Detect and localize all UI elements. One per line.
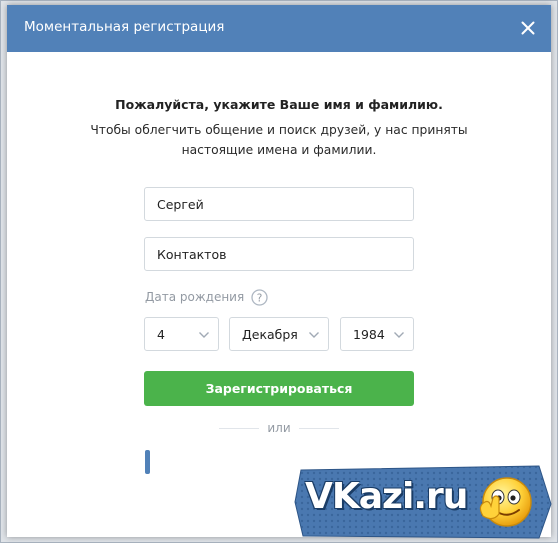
month-value: Декабря [242, 327, 298, 342]
first-name-input[interactable] [144, 187, 414, 221]
form-heading: Пожалуйста, укажите Ваше имя и фамилию. [115, 97, 443, 112]
svg-text:?: ? [257, 293, 263, 305]
day-select[interactable]: 4 [144, 317, 219, 351]
close-icon [521, 21, 535, 35]
question-icon: ? [251, 289, 268, 306]
registration-dialog: Моментальная регистрация Пожалуйста, ука… [7, 5, 551, 537]
form-subtext: Чтобы облегчить общение и поиск друзей, … [90, 123, 468, 157]
day-value: 4 [157, 327, 165, 342]
dialog-title: Моментальная регистрация [24, 19, 225, 35]
year-select[interactable]: 1984 [340, 317, 414, 351]
chevron-down-icon [309, 332, 319, 338]
or-divider-left [219, 428, 259, 429]
or-divider-right [299, 428, 339, 429]
birth-date-label: Дата рождения [145, 290, 245, 304]
year-value: 1984 [353, 327, 385, 342]
screenshot-frame: Моментальная регистрация Пожалуйста, ука… [0, 0, 558, 543]
social-login-button-edge[interactable] [145, 450, 150, 474]
watermark-logo: VKazi.ru [293, 464, 557, 542]
month-select[interactable]: Декабря [229, 317, 329, 351]
last-name-input[interactable] [144, 237, 414, 271]
help-question-button[interactable]: ? [251, 289, 268, 306]
chevron-down-icon [394, 332, 404, 338]
dialog-header: Моментальная регистрация [7, 5, 551, 52]
close-button[interactable] [515, 15, 541, 41]
register-button[interactable]: Зарегистрироваться [144, 371, 414, 406]
chevron-down-icon [199, 332, 209, 338]
watermark-text: VKazi.ru [305, 476, 468, 517]
or-label: или [267, 421, 291, 435]
